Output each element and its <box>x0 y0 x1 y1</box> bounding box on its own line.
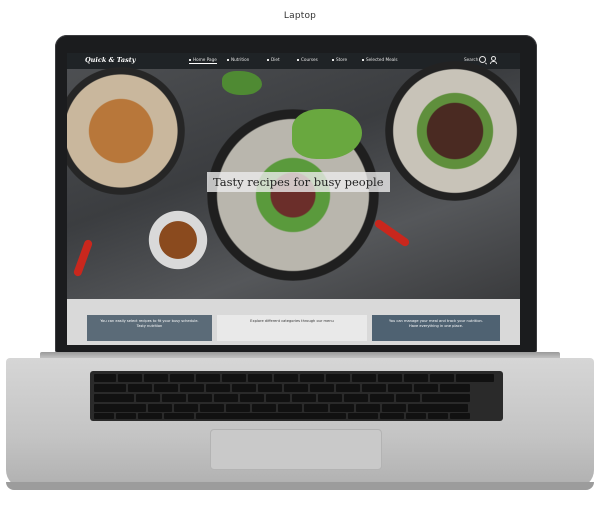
nav-label: Diet <box>271 57 280 62</box>
laptop-base-edge <box>6 482 594 490</box>
nav-label: Home Page <box>193 57 217 62</box>
key-row-1 <box>94 374 499 382</box>
plate-left <box>67 67 185 195</box>
key-row-4 <box>94 404 499 412</box>
key-row-2 <box>94 384 499 392</box>
bullet-icon <box>297 59 299 61</box>
nav-item-store[interactable]: Store <box>332 57 347 62</box>
search-icon[interactable] <box>479 56 486 63</box>
sauce-bowl <box>145 207 211 273</box>
bullet-icon <box>189 59 191 61</box>
nav-label: Store <box>336 57 348 62</box>
nav-item-nutrition[interactable]: Nutrition <box>227 57 249 62</box>
keyboard <box>90 371 503 421</box>
herb-garnish <box>222 71 262 95</box>
key-row-5 <box>94 413 499 421</box>
nav-label: Selected Meals <box>366 57 398 62</box>
nav-item-diet[interactable]: Diet <box>267 57 280 62</box>
user-icon[interactable] <box>490 56 497 64</box>
feature-card-subtext: Have everything in one place. <box>409 324 463 328</box>
feature-card-2[interactable]: Explore different categories through our… <box>217 315 367 341</box>
feature-card-1[interactable]: You can easily select recipes to fit you… <box>87 315 212 341</box>
feature-strip: You can easily select recipes to fit you… <box>67 299 520 345</box>
laptop-screen: Quick & Tasty Home Page Nutrition Diet C… <box>67 53 520 345</box>
chili-pepper-left <box>72 238 94 278</box>
feature-card-text: Explore different categories through our… <box>250 319 334 323</box>
feature-card-subtext: Tasty nutrition <box>136 324 163 328</box>
bullet-icon <box>267 59 269 61</box>
nav-item-selected-meals[interactable]: Selected Meals <box>362 57 398 62</box>
feature-card-3[interactable]: You can manage your meal and track your … <box>372 315 500 341</box>
trackpad <box>210 429 382 470</box>
bullet-icon <box>332 59 334 61</box>
chili-pepper <box>373 218 411 248</box>
plate-right <box>385 61 520 201</box>
site-logo[interactable]: Quick & Tasty <box>85 56 136 64</box>
nav-label: Nutrition <box>231 57 250 62</box>
nav-item-courses[interactable]: Courses <box>297 57 318 62</box>
bullet-icon <box>227 59 229 61</box>
caption-laptop: Laptop <box>283 11 317 21</box>
hero-title: Tasty recipes for busy people <box>207 172 390 192</box>
bullet-icon <box>362 59 364 61</box>
nav-item-home[interactable]: Home Page <box>189 57 217 64</box>
key-row-3 <box>94 394 499 402</box>
nav-label: Courses <box>301 57 318 62</box>
hero-image: Tasty recipes for busy people <box>67 61 520 299</box>
